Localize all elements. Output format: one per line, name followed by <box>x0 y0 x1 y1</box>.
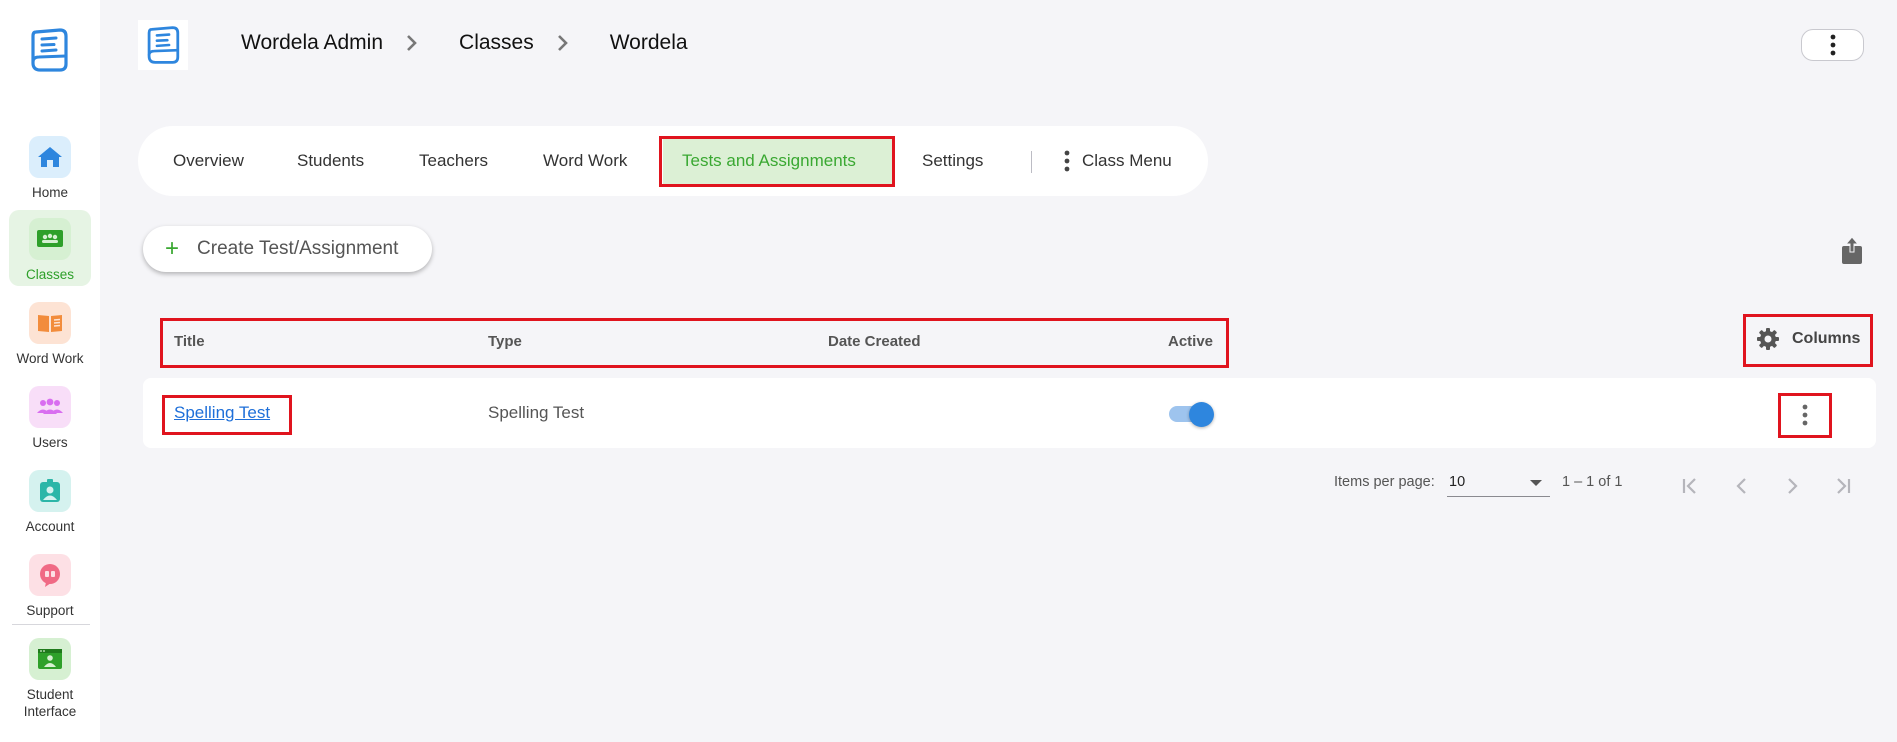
tab-settings[interactable]: Settings <box>922 126 983 196</box>
items-per-page-value: 10 <box>1449 474 1466 490</box>
last-page-button[interactable] <box>1822 466 1862 506</box>
sidebar-item-account[interactable]: Account <box>9 462 91 540</box>
previous-page-button[interactable] <box>1722 466 1762 506</box>
sidebar: Home Classes Word Work Users Account Sup… <box>0 0 100 742</box>
first-page-icon <box>1682 478 1696 494</box>
student-interface-icon <box>29 638 71 680</box>
more-vertical-icon <box>1802 404 1808 426</box>
chevron-right-icon <box>407 35 417 51</box>
first-page-button[interactable] <box>1671 466 1711 506</box>
class-tabs: Overview Students Teachers Word Work Tes… <box>138 126 1208 196</box>
sidebar-item-label: Support <box>26 603 74 618</box>
items-per-page-label: Items per page: <box>1334 474 1435 490</box>
more-vertical-icon <box>1064 150 1070 172</box>
sidebar-divider <box>12 624 90 625</box>
gear-icon <box>1757 328 1779 350</box>
next-page-button[interactable] <box>1772 466 1812 506</box>
export-icon[interactable] <box>1840 236 1864 266</box>
page-range-label: 1 – 1 of 1 <box>1562 474 1623 490</box>
active-toggle[interactable] <box>1169 401 1215 427</box>
column-header-active[interactable]: Active <box>1168 333 1213 350</box>
tab-overview[interactable]: Overview <box>173 126 244 196</box>
sidebar-item-users[interactable]: Users <box>9 378 91 456</box>
class-menu-label: Class Menu <box>1082 151 1172 170</box>
column-header-date-created[interactable]: Date Created <box>828 333 921 350</box>
class-menu-button[interactable]: Class Menu <box>1064 126 1172 196</box>
chevron-right-icon <box>1788 478 1798 494</box>
breadcrumb: Wordela Admin Classes Wordela <box>241 31 688 55</box>
breadcrumb-item-current: Wordela <box>609 31 688 54</box>
book-icon <box>29 302 71 344</box>
account-icon <box>29 470 71 512</box>
chevron-right-icon <box>557 35 568 51</box>
toggle-thumb <box>1189 402 1214 427</box>
items-per-page-select[interactable]: 10 <box>1447 469 1550 497</box>
columns-label: Columns <box>1792 330 1861 347</box>
tab-divider <box>1031 151 1032 173</box>
table-row <box>143 378 1876 448</box>
tab-tests-and-assignments[interactable]: Tests and Assignments <box>682 126 856 196</box>
users-icon <box>29 386 71 428</box>
dropdown-arrow-icon <box>1530 480 1542 486</box>
sidebar-item-classes[interactable]: Classes <box>9 210 91 286</box>
wordela-logo-icon[interactable] <box>26 26 72 74</box>
sidebar-item-word-work[interactable]: Word Work <box>9 294 91 372</box>
sidebar-item-label: Classes <box>25 267 74 282</box>
sidebar-item-label: Home <box>31 185 68 200</box>
sidebar-item-label: Word Work <box>16 351 84 366</box>
sidebar-item-student-interface[interactable]: Student Interface <box>9 630 91 730</box>
class-logo-icon <box>138 20 188 70</box>
columns-button[interactable]: Columns <box>1756 327 1860 351</box>
classes-icon <box>29 218 71 260</box>
tab-students[interactable]: Students <box>297 126 364 196</box>
column-header-type[interactable]: Type <box>488 333 522 350</box>
tab-teachers[interactable]: Teachers <box>419 126 488 196</box>
last-page-icon <box>1837 478 1851 494</box>
tab-word-work[interactable]: Word Work <box>543 126 627 196</box>
test-title-link[interactable]: Spelling Test <box>174 403 270 423</box>
highlight-box <box>160 318 1229 368</box>
create-test-assignment-button[interactable]: + Create Test/Assignment <box>143 226 432 272</box>
home-icon <box>29 136 71 178</box>
sidebar-item-label: Student Interface <box>23 687 77 719</box>
more-vertical-icon <box>1830 34 1835 56</box>
breadcrumb-item-wordela-admin[interactable]: Wordela Admin <box>241 31 383 55</box>
test-type-cell: Spelling Test <box>488 403 585 422</box>
column-header-title[interactable]: Title <box>174 333 205 350</box>
row-actions-button[interactable] <box>1795 400 1815 430</box>
header-menu-button[interactable] <box>1801 29 1864 61</box>
sidebar-item-home[interactable]: Home <box>9 128 91 206</box>
plus-icon: + <box>165 235 180 262</box>
sidebar-item-support[interactable]: Support <box>9 546 91 624</box>
create-button-label: Create Test/Assignment <box>197 238 399 259</box>
sidebar-item-label: Users <box>32 435 68 450</box>
chevron-left-icon <box>1736 478 1746 494</box>
breadcrumb-item-classes[interactable]: Classes <box>459 31 534 55</box>
sidebar-item-label: Account <box>25 519 75 534</box>
support-icon <box>29 554 71 596</box>
